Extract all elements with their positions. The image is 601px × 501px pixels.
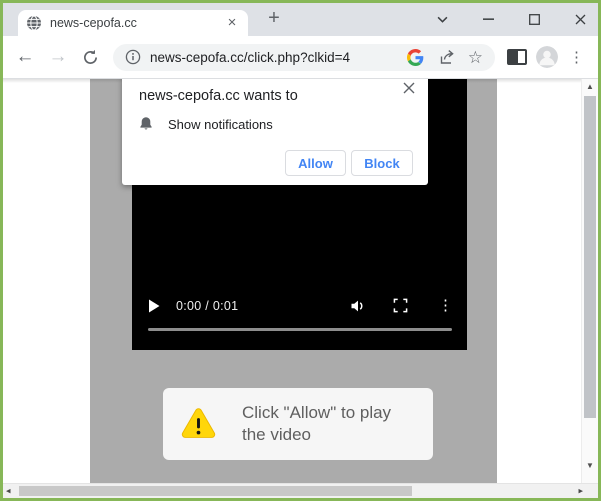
volume-icon[interactable] <box>350 298 366 314</box>
tab-news-cepofa[interactable]: news-cepofa.cc × <box>18 10 248 36</box>
tab-close-icon[interactable]: × <box>224 15 240 31</box>
video-progress-bar[interactable] <box>148 328 452 331</box>
tab-title: news-cepofa.cc <box>50 16 224 30</box>
block-button[interactable]: Block <box>351 150 413 176</box>
scroll-left-icon[interactable]: ◂ <box>6 485 11 496</box>
chevron-down-icon[interactable] <box>434 11 450 27</box>
reload-icon[interactable] <box>77 44 103 70</box>
address-bar[interactable]: news-cepofa.cc/click.php?clkid=4 ☆ <box>113 44 495 71</box>
permission-label: Show notifications <box>168 117 273 132</box>
profile-avatar[interactable] <box>536 46 558 68</box>
horizontal-scroll-thumb[interactable] <box>19 486 412 496</box>
allow-message-box: Click "Allow" to play the video <box>163 388 433 460</box>
url-text[interactable]: news-cepofa.cc/click.php?clkid=4 <box>150 50 407 65</box>
vertical-scroll-thumb[interactable] <box>584 96 596 418</box>
dialog-title: news-cepofa.cc wants to <box>139 88 298 104</box>
google-logo-icon <box>407 49 424 66</box>
allow-button[interactable]: Allow <box>285 150 346 176</box>
share-icon[interactable] <box>438 49 456 65</box>
info-icon[interactable] <box>125 49 141 65</box>
globe-favicon-icon <box>26 15 42 31</box>
page-viewport: 0:00 / 0:01 ⋮ Click "Allow" to play the … <box>3 79 598 483</box>
video-menu-icon[interactable]: ⋮ <box>438 296 453 314</box>
side-panel-icon[interactable] <box>507 49 527 65</box>
allow-message-text: Click "Allow" to play the video <box>242 402 412 446</box>
close-icon[interactable] <box>572 11 588 27</box>
scroll-up-icon[interactable]: ▲ <box>582 82 598 91</box>
new-tab-button[interactable]: + <box>262 7 286 31</box>
window-controls <box>434 6 588 32</box>
scroll-right-icon[interactable]: ▸ <box>578 485 583 496</box>
fullscreen-icon[interactable] <box>393 298 408 313</box>
toolbar: ← → news-cepofa.cc/click.php?clkid=4 ☆ ⋮ <box>3 36 598 79</box>
horizontal-scrollbar[interactable]: ◂ ▸ <box>3 483 598 498</box>
forward-icon[interactable]: → <box>45 44 71 70</box>
minimize-icon[interactable] <box>480 11 496 27</box>
vertical-scrollbar[interactable]: ▲ ▼ <box>581 79 598 483</box>
video-time-display: 0:00 / 0:01 <box>176 299 238 313</box>
notification-permission-dialog: news-cepofa.cc wants to Show notificatio… <box>122 79 428 185</box>
bell-icon <box>138 116 154 132</box>
back-icon[interactable]: ← <box>12 44 38 70</box>
dialog-close-icon[interactable] <box>403 82 415 94</box>
bookmark-star-icon[interactable]: ☆ <box>468 49 483 66</box>
play-icon[interactable] <box>148 299 160 313</box>
warning-triangle-icon <box>179 407 218 442</box>
tab-strip: news-cepofa.cc × + <box>3 3 598 36</box>
browser-menu-icon[interactable]: ⋮ <box>569 48 583 66</box>
browser-window: news-cepofa.cc × + ← → <box>0 0 601 501</box>
maximize-icon[interactable] <box>526 11 542 27</box>
scroll-down-icon[interactable]: ▼ <box>582 461 598 470</box>
